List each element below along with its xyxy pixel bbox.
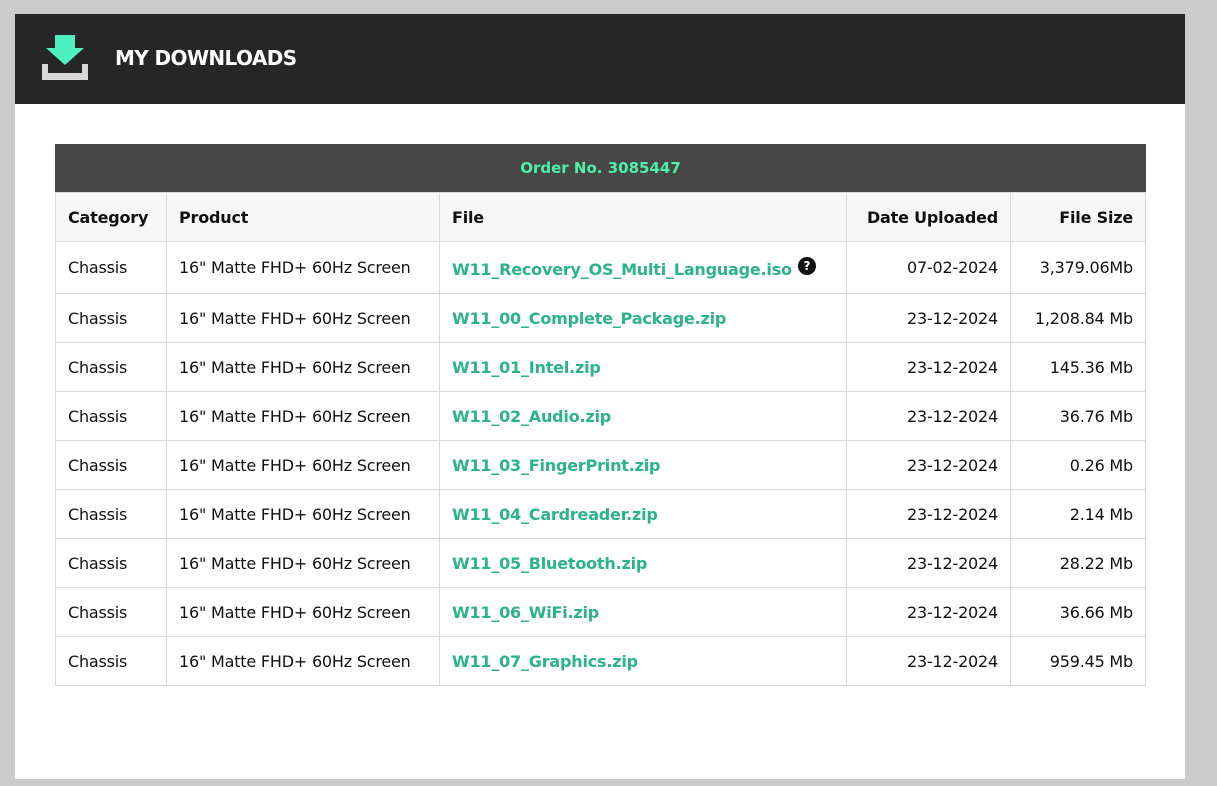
category-cell: Chassis <box>55 587 167 637</box>
date-cell: 23-12-2024 <box>846 391 1011 441</box>
size-cell: 959.45 Mb <box>1010 636 1146 686</box>
product-cell: 16" Matte FHD+ 60Hz Screen <box>166 241 440 294</box>
file-download-link[interactable]: W11_04_Cardreader.zip <box>452 505 658 524</box>
file-download-link[interactable]: W11_00_Complete_Package.zip <box>452 309 726 328</box>
file-cell: W11_00_Complete_Package.zip <box>439 293 847 343</box>
size-cell: 3,379.06Mb <box>1010 241 1146 294</box>
category-cell: Chassis <box>55 293 167 343</box>
table-row: Chassis 16" Matte FHD+ 60Hz Screen W11_0… <box>55 636 1146 686</box>
category-cell: Chassis <box>55 440 167 490</box>
file-download-link[interactable]: W11_02_Audio.zip <box>452 407 611 426</box>
table-row: Chassis 16" Matte FHD+ 60Hz Screen W11_0… <box>55 342 1146 392</box>
product-cell: 16" Matte FHD+ 60Hz Screen <box>166 538 440 588</box>
size-cell: 2.14 Mb <box>1010 489 1146 539</box>
file-download-link[interactable]: W11_Recovery_OS_Multi_Language.iso <box>452 260 792 279</box>
file-cell: W11_05_Bluetooth.zip <box>439 538 847 588</box>
column-header-date-uploaded: Date Uploaded <box>846 192 1011 242</box>
date-cell: 23-12-2024 <box>846 538 1011 588</box>
size-cell: 0.26 Mb <box>1010 440 1146 490</box>
table-row: Chassis 16" Matte FHD+ 60Hz Screen W11_0… <box>55 489 1146 539</box>
file-cell: W11_04_Cardreader.zip <box>439 489 847 539</box>
date-cell: 23-12-2024 <box>846 587 1011 637</box>
category-cell: Chassis <box>55 391 167 441</box>
downloads-panel: MY DOWNLOADS Order No. 3085447 Category … <box>15 14 1185 779</box>
product-cell: 16" Matte FHD+ 60Hz Screen <box>166 342 440 392</box>
size-cell: 36.76 Mb <box>1010 391 1146 441</box>
category-cell: Chassis <box>55 538 167 588</box>
product-cell: 16" Matte FHD+ 60Hz Screen <box>166 489 440 539</box>
date-cell: 23-12-2024 <box>846 489 1011 539</box>
order-number-bar: Order No. 3085447 <box>55 144 1146 192</box>
size-cell: 145.36 Mb <box>1010 342 1146 392</box>
page-header: MY DOWNLOADS <box>15 14 1185 104</box>
date-cell: 23-12-2024 <box>846 636 1011 686</box>
table-row: Chassis 16" Matte FHD+ 60Hz Screen W11_0… <box>55 293 1146 343</box>
column-header-product: Product <box>166 192 440 242</box>
downloads-table: Order No. 3085447 Category Product File … <box>55 144 1146 686</box>
file-cell: W11_07_Graphics.zip <box>439 636 847 686</box>
date-cell: 23-12-2024 <box>846 342 1011 392</box>
file-cell: W11_03_FingerPrint.zip <box>439 440 847 490</box>
category-cell: Chassis <box>55 489 167 539</box>
date-cell: 07-02-2024 <box>846 241 1011 294</box>
product-cell: 16" Matte FHD+ 60Hz Screen <box>166 293 440 343</box>
file-download-link[interactable]: W11_07_Graphics.zip <box>452 652 638 671</box>
page-title: MY DOWNLOADS <box>115 46 297 70</box>
category-cell: Chassis <box>55 636 167 686</box>
product-cell: 16" Matte FHD+ 60Hz Screen <box>166 391 440 441</box>
file-cell: W11_02_Audio.zip <box>439 391 847 441</box>
size-cell: 36.66 Mb <box>1010 587 1146 637</box>
date-cell: 23-12-2024 <box>846 440 1011 490</box>
file-download-link[interactable]: W11_05_Bluetooth.zip <box>452 554 647 573</box>
help-icon[interactable]: ? <box>797 256 816 275</box>
file-download-link[interactable]: W11_06_WiFi.zip <box>452 603 599 622</box>
size-cell: 1,208.84 Mb <box>1010 293 1146 343</box>
file-cell: W11_Recovery_OS_Multi_Language.iso? <box>439 241 847 294</box>
column-header-category: Category <box>55 192 167 242</box>
table-header-row: Category Product File Date Uploaded File… <box>55 192 1146 242</box>
file-cell: W11_06_WiFi.zip <box>439 587 847 637</box>
column-header-file-size: File Size <box>1010 192 1146 242</box>
download-icon <box>42 35 88 80</box>
category-cell: Chassis <box>55 342 167 392</box>
product-cell: 16" Matte FHD+ 60Hz Screen <box>166 587 440 637</box>
table-row: Chassis 16" Matte FHD+ 60Hz Screen W11_0… <box>55 587 1146 637</box>
size-cell: 28.22 Mb <box>1010 538 1146 588</box>
table-row: Chassis 16" Matte FHD+ 60Hz Screen W11_0… <box>55 391 1146 441</box>
table-row: Chassis 16" Matte FHD+ 60Hz Screen W11_R… <box>55 241 1146 294</box>
date-cell: 23-12-2024 <box>846 293 1011 343</box>
table-row: Chassis 16" Matte FHD+ 60Hz Screen W11_0… <box>55 440 1146 490</box>
product-cell: 16" Matte FHD+ 60Hz Screen <box>166 636 440 686</box>
file-download-link[interactable]: W11_03_FingerPrint.zip <box>452 456 660 475</box>
table-row: Chassis 16" Matte FHD+ 60Hz Screen W11_0… <box>55 538 1146 588</box>
product-cell: 16" Matte FHD+ 60Hz Screen <box>166 440 440 490</box>
column-header-file: File <box>439 192 847 242</box>
category-cell: Chassis <box>55 241 167 294</box>
file-download-link[interactable]: W11_01_Intel.zip <box>452 358 601 377</box>
file-cell: W11_01_Intel.zip <box>439 342 847 392</box>
